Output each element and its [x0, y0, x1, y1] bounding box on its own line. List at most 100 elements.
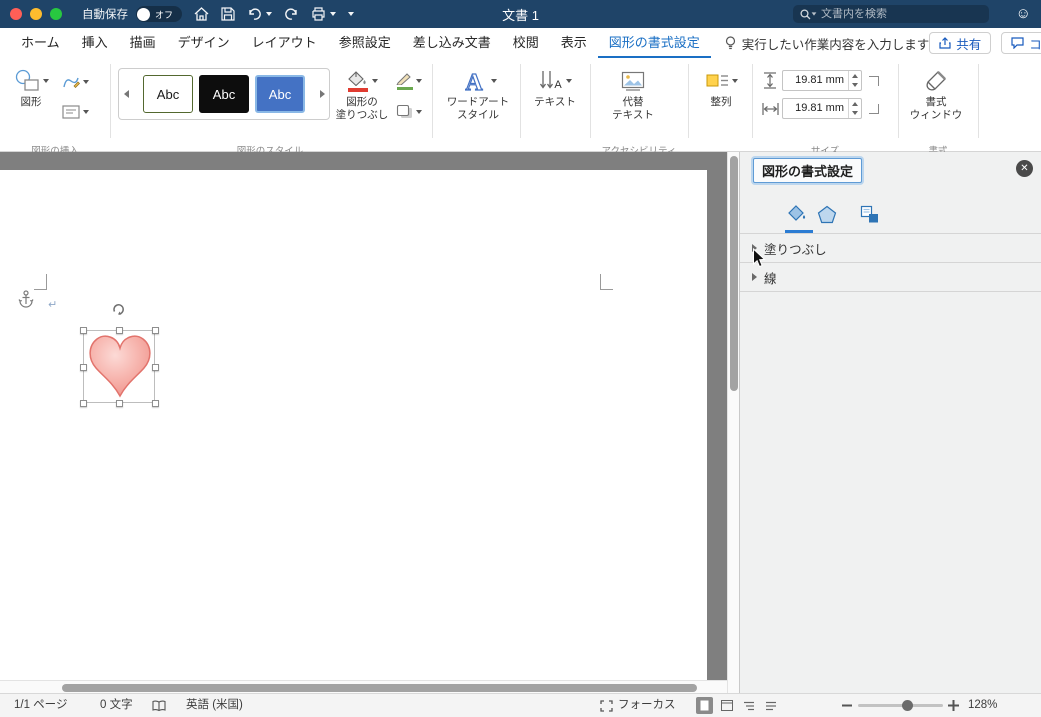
vertical-scrollbar-thumb[interactable] [730, 156, 738, 391]
shape-width-field[interactable]: 19.81 mm [782, 98, 862, 119]
autosave-toggle[interactable]: オフ [136, 6, 182, 22]
shape-fill-dropdown-icon[interactable] [371, 79, 378, 83]
document-page[interactable]: ↵ [0, 170, 707, 680]
page-indicator[interactable]: 1/1 ページ [14, 694, 67, 717]
resize-handle-nw[interactable] [80, 327, 87, 334]
tab-insert[interactable]: 挿入 [71, 28, 119, 58]
shape-outline-dropdown-icon[interactable] [416, 79, 422, 83]
resize-handle-n[interactable] [116, 327, 123, 334]
edit-shape-button[interactable] [62, 74, 89, 90]
pane-close-button[interactable]: ✕ [1016, 160, 1033, 177]
shape-selection-box[interactable] [80, 327, 159, 407]
shape-style-option-2[interactable]: Abc [199, 75, 249, 113]
shape-fill-button[interactable]: 図形の 塗りつぶし [334, 66, 390, 122]
tab-draw[interactable]: 描画 [119, 28, 167, 58]
tell-me-box[interactable]: 実行したい作業内容を入力します [725, 34, 929, 53]
shape-height-value[interactable]: 19.81 mm [783, 71, 848, 90]
text-box-button[interactable] [62, 104, 89, 120]
undo-dropdown-icon[interactable] [266, 12, 272, 16]
tab-view[interactable]: 表示 [550, 28, 598, 58]
text-direction-dropdown-icon[interactable] [565, 79, 572, 83]
section-fill[interactable]: 塗りつぶし [740, 234, 1041, 262]
language-indicator[interactable]: 英語 (米国) [186, 694, 243, 717]
print-layout-view-button[interactable] [696, 697, 713, 714]
tab-shape-format[interactable]: 図形の書式設定 [598, 28, 711, 58]
arrange-button[interactable]: 整列 [696, 66, 746, 109]
section-line[interactable]: 線 [740, 263, 1041, 291]
gallery-prev-icon[interactable] [119, 90, 133, 98]
horizontal-scrollbar-thumb[interactable] [62, 683, 697, 692]
minimize-window-button[interactable] [30, 8, 42, 20]
shape-style-option-1[interactable]: Abc [143, 75, 193, 113]
gallery-next-icon[interactable] [315, 90, 329, 98]
undo-icon[interactable] [247, 7, 272, 21]
pane-tab-effects[interactable] [814, 200, 840, 228]
shapes-dropdown-icon[interactable] [42, 79, 49, 83]
edit-shape-dropdown-icon[interactable] [83, 80, 89, 84]
arrange-dropdown-icon[interactable] [731, 79, 738, 83]
document-canvas[interactable]: ↵ [0, 152, 739, 693]
insert-shape-button[interactable]: 図形 [8, 66, 54, 109]
print-dropdown-icon[interactable] [330, 12, 336, 16]
text-box-dropdown-icon[interactable] [83, 110, 89, 114]
alt-text-button[interactable]: 代替 テキスト [604, 66, 662, 122]
tab-layout[interactable]: レイアウト [241, 28, 328, 58]
resize-handle-se[interactable] [152, 400, 159, 407]
close-window-button[interactable] [10, 8, 22, 20]
rotation-handle-icon[interactable] [111, 302, 126, 317]
feedback-smiley-icon[interactable]: ☺ [1016, 5, 1031, 23]
expand-line-icon[interactable] [752, 273, 757, 281]
shape-width-value[interactable]: 19.81 mm [783, 99, 848, 118]
print-icon[interactable] [311, 7, 336, 21]
tab-references[interactable]: 参照設定 [328, 28, 402, 58]
wordart-styles-button[interactable]: A ワードアート スタイル [442, 66, 514, 122]
search-scope-dropdown-icon[interactable] [811, 12, 817, 16]
redo-icon[interactable] [284, 7, 299, 21]
comments-button[interactable]: コメント [1001, 32, 1041, 54]
tab-design[interactable]: デザイン [167, 28, 241, 58]
proofing-icon[interactable] [152, 700, 166, 712]
shape-height-field[interactable]: 19.81 mm [782, 70, 862, 91]
toolbar-options-icon[interactable] [348, 12, 354, 16]
search-box[interactable] [793, 5, 989, 23]
home-icon[interactable] [194, 7, 209, 21]
format-pane-button[interactable]: 書式 ウィンドウ [906, 66, 966, 122]
width-step-up-icon[interactable] [849, 99, 861, 109]
resize-handle-w[interactable] [80, 364, 87, 371]
search-input[interactable] [821, 8, 961, 20]
zoom-slider[interactable] [858, 699, 943, 711]
height-step-up-icon[interactable] [849, 71, 861, 81]
width-step-down-icon[interactable] [849, 109, 861, 119]
tab-review[interactable]: 校閲 [502, 28, 550, 58]
shape-effects-button[interactable] [396, 104, 422, 119]
share-button[interactable]: 共有 [929, 32, 992, 54]
heart-shape[interactable] [84, 331, 156, 404]
text-direction-button[interactable]: A テキスト [526, 66, 584, 109]
outline-view-button[interactable] [740, 697, 757, 714]
zoom-out-icon[interactable] [842, 704, 852, 707]
vertical-scrollbar[interactable] [727, 152, 739, 693]
wordart-dropdown-icon[interactable] [490, 79, 497, 83]
shape-effects-dropdown-icon[interactable] [416, 109, 422, 114]
resize-handle-s[interactable] [116, 400, 123, 407]
save-icon[interactable] [221, 7, 235, 21]
resize-handle-e[interactable] [152, 364, 159, 371]
shape-style-option-3[interactable]: Abc [255, 75, 305, 113]
word-count[interactable]: 0 文字 [100, 694, 133, 717]
tab-home[interactable]: ホーム [10, 28, 71, 58]
focus-icon[interactable] [600, 700, 613, 712]
zoom-percentage[interactable]: 128% [968, 694, 997, 717]
tab-mailings[interactable]: 差し込み文書 [402, 28, 502, 58]
fullscreen-window-button[interactable] [50, 8, 62, 20]
zoom-in-icon[interactable] [948, 700, 959, 711]
zoom-slider-thumb[interactable] [902, 699, 913, 711]
height-step-down-icon[interactable] [849, 81, 861, 91]
pane-tab-layout-properties[interactable] [857, 200, 883, 228]
focus-label[interactable]: フォーカス [618, 694, 676, 717]
resize-handle-ne[interactable] [152, 327, 159, 334]
pane-tab-fill-line[interactable] [784, 200, 810, 228]
resize-handle-sw[interactable] [80, 400, 87, 407]
horizontal-scrollbar[interactable] [0, 680, 727, 693]
shape-outline-button[interactable] [396, 72, 422, 90]
draft-view-button[interactable] [762, 697, 779, 714]
